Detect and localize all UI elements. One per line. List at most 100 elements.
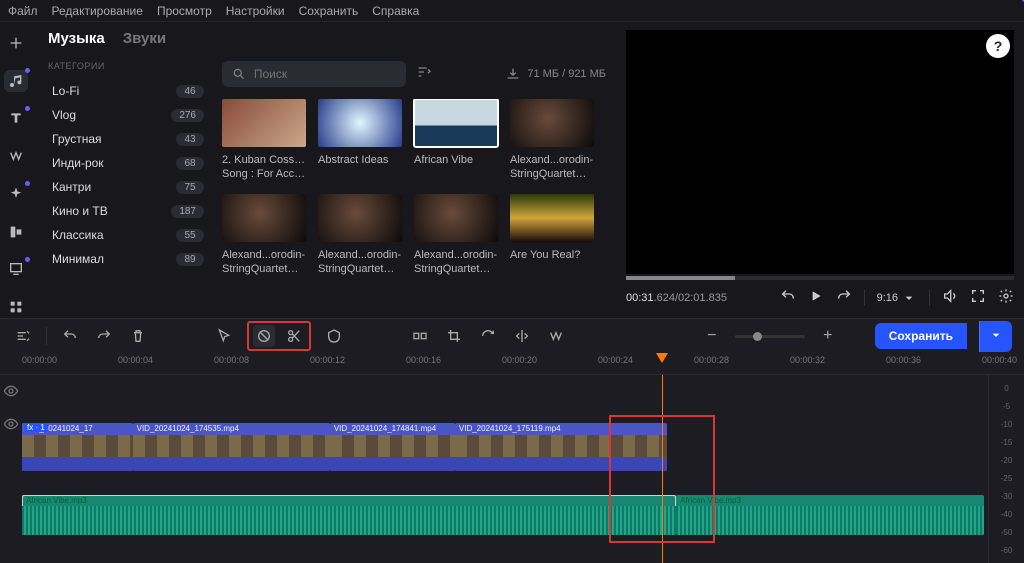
- search-input[interactable]: [254, 67, 396, 81]
- cut-tool[interactable]: [283, 325, 305, 347]
- preview-panel: ? 00:31.624/02:01.835 9:16: [616, 22, 1024, 318]
- ruler-tick: 00:00:04: [118, 355, 153, 365]
- media-card[interactable]: Are You Real?: [510, 194, 594, 277]
- help-button[interactable]: ?: [986, 34, 1010, 58]
- split-icon[interactable]: [409, 325, 431, 347]
- timeline-ruler[interactable]: 00:00:00 00:00:04 00:00:08 00:00:12 00:00:16…: [0, 353, 1024, 375]
- ruler-tick: 00:00:20: [502, 355, 537, 365]
- media-card[interactable]: Alexand...orodin-StringQuartetNo...: [222, 194, 306, 277]
- video-clip[interactable]: VID_20241024_174535.mp4: [133, 423, 330, 471]
- category-item[interactable]: Lo-Fi46: [48, 79, 208, 103]
- category-list: КАТЕГОРИИ Lo-Fi46Vlog276Грустная43Инди-р…: [48, 61, 208, 318]
- video-clip[interactable]: VID_20241024_174841.mp4: [330, 423, 455, 471]
- category-item[interactable]: Инди-рок68: [48, 151, 208, 175]
- timecode: 00:31.624/02:01.835: [626, 292, 727, 304]
- fullscreen-icon[interactable]: [970, 288, 986, 307]
- search-input-container[interactable]: [222, 61, 406, 87]
- ruler-tick: 00:00:12: [310, 355, 345, 365]
- stickers-icon[interactable]: [4, 145, 28, 167]
- search-icon: [232, 66, 246, 82]
- select-tool[interactable]: [213, 325, 235, 347]
- media-cards-grid: 2. Kuban CossackSong : For Accor...Abstr…: [222, 99, 606, 276]
- category-item[interactable]: Классика55: [48, 223, 208, 247]
- ruler-tick: 00:00:08: [214, 355, 249, 365]
- media-card[interactable]: Abstract Ideas: [318, 99, 402, 182]
- volume-icon[interactable]: [942, 288, 958, 307]
- ruler-tick: 00:00:36: [886, 355, 921, 365]
- tab-Звуки[interactable]: Звуки: [123, 30, 166, 47]
- audio-clip[interactable]: African Vibe.mp3: [676, 495, 984, 535]
- menu-Редактирование[interactable]: Редактирование: [52, 4, 143, 18]
- voiceover-icon[interactable]: [323, 325, 345, 347]
- menu-Просмотр[interactable]: Просмотр: [157, 4, 212, 18]
- download-icon: [505, 66, 521, 82]
- zoom-slider[interactable]: [735, 335, 805, 338]
- ruler-tick: 00:00:32: [790, 355, 825, 365]
- undo-playback-icon[interactable]: [780, 288, 796, 307]
- library-tabs: Музыка Звуки: [48, 30, 606, 47]
- zoom-out-button[interactable]: −: [701, 325, 723, 347]
- ruler-tick: 00:00:00: [22, 355, 57, 365]
- menu-Настройки[interactable]: Настройки: [226, 4, 285, 18]
- ruler-tick: 00:00:16: [406, 355, 441, 365]
- left-toolstrip: [0, 22, 32, 318]
- aspect-ratio-selector[interactable]: 9:16: [877, 290, 917, 306]
- music-library-icon[interactable]: [4, 70, 28, 92]
- media-card[interactable]: Alexand...orodin-StringQuartetNo...: [318, 194, 402, 277]
- crop-icon[interactable]: [443, 325, 465, 347]
- menu-Справка[interactable]: Справка: [372, 4, 419, 18]
- rotate-icon[interactable]: [477, 325, 499, 347]
- adjust-tracks-icon[interactable]: [12, 325, 34, 347]
- category-item[interactable]: Минимал89: [48, 247, 208, 271]
- zoom-in-button[interactable]: +: [817, 325, 839, 347]
- delete-button[interactable]: [127, 325, 149, 347]
- eye-icon[interactable]: [3, 383, 19, 404]
- shuffle-icon[interactable]: [545, 325, 567, 347]
- timeline-tracks[interactable]: fx · 1VID_20241024_17VID_20241024_174535…: [0, 375, 1024, 563]
- video-track: fx · 1VID_20241024_17VID_20241024_174535…: [22, 423, 984, 471]
- timeline-toolbar: − + Сохранить: [0, 319, 1024, 353]
- redo-button[interactable]: [93, 325, 115, 347]
- menubar: Файл Редактирование Просмотр Настройки Сохра…: [0, 0, 1024, 22]
- play-button[interactable]: [808, 288, 824, 307]
- download-status: 71 МБ / 921 МБ: [505, 66, 606, 82]
- category-item[interactable]: Грустная43: [48, 127, 208, 151]
- video-clip[interactable]: VID_20241024_175119.mp4: [455, 423, 667, 471]
- text-tool-icon[interactable]: [4, 108, 28, 130]
- effects-icon[interactable]: [4, 183, 28, 205]
- tab-Музыка[interactable]: Музыка: [48, 30, 105, 47]
- audio-track: African Vibe.mp3African Vibe.mp3: [22, 495, 984, 535]
- disable-tool[interactable]: [253, 325, 275, 347]
- media-library: Музыка Звуки КАТЕГОРИИ Lo-Fi46Vlog276Грус…: [32, 22, 616, 318]
- category-item[interactable]: Vlog276: [48, 103, 208, 127]
- save-dropdown[interactable]: [979, 321, 1012, 352]
- redo-playback-icon[interactable]: [836, 288, 852, 307]
- eye-icon[interactable]: [3, 416, 19, 437]
- playback-progress[interactable]: [626, 276, 1014, 280]
- ruler-tick: 00:00:28: [694, 355, 729, 365]
- category-item[interactable]: Кино и ТВ187: [48, 199, 208, 223]
- media-card[interactable]: Alexand...orodin-StringQuartetNo...: [510, 99, 594, 182]
- sort-icon[interactable]: [416, 64, 432, 85]
- menu-Файл[interactable]: Файл: [8, 4, 38, 18]
- media-card[interactable]: 2. Kuban CossackSong : For Accor...: [222, 99, 306, 182]
- menu-Сохранить[interactable]: Сохранить: [299, 4, 359, 18]
- add-media-icon[interactable]: [4, 32, 28, 54]
- transitions-icon[interactable]: [4, 221, 28, 243]
- audio-clip[interactable]: African Vibe.mp3: [22, 495, 676, 535]
- db-meter-scale: 0-5-10-15-20-25-30-40-50-60: [988, 375, 1024, 563]
- apps-grid-icon[interactable]: [4, 296, 28, 318]
- media-card[interactable]: African Vibe: [414, 99, 498, 182]
- undo-button[interactable]: [59, 325, 81, 347]
- media-card[interactable]: Alexand...orodin-StringQuartetNo...: [414, 194, 498, 277]
- flip-icon[interactable]: [511, 325, 533, 347]
- video-clip[interactable]: fx · 1VID_20241024_17: [22, 423, 133, 471]
- category-item[interactable]: Кантри75: [48, 175, 208, 199]
- save-button[interactable]: Сохранить: [875, 323, 967, 349]
- ruler-tick: 00:00:24: [598, 355, 633, 365]
- export-queue-icon[interactable]: [4, 259, 28, 281]
- category-header: КАТЕГОРИИ: [48, 61, 208, 71]
- settings-preview-icon[interactable]: [998, 288, 1014, 307]
- preview-viewport[interactable]: [626, 30, 1014, 274]
- playhead-line[interactable]: [662, 375, 663, 563]
